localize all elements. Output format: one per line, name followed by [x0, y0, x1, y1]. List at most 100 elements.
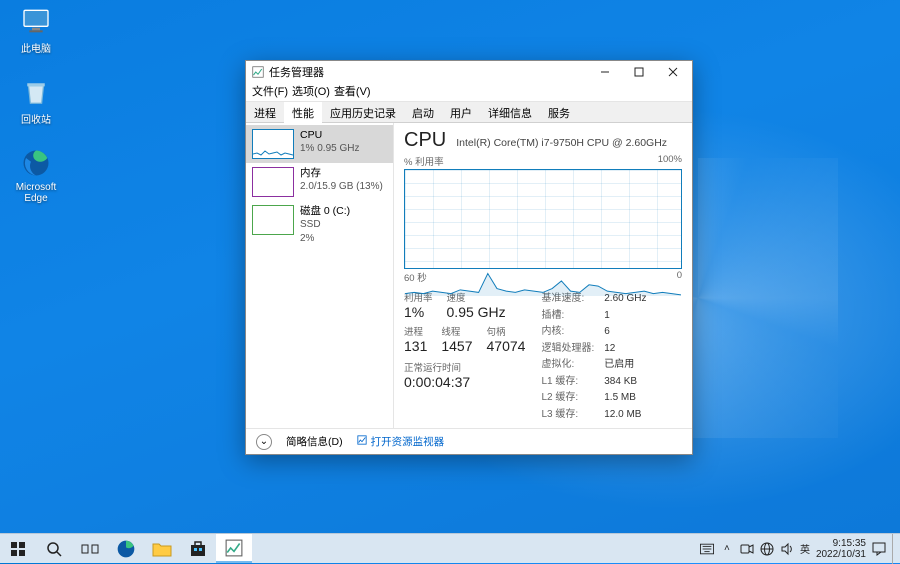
- touch-keyboard-icon[interactable]: [700, 542, 714, 556]
- tray-volume-icon[interactable]: [780, 542, 794, 556]
- recycle-bin-icon: [19, 75, 53, 109]
- stat-value: 131: [404, 338, 427, 354]
- action-center-icon[interactable]: [872, 542, 886, 556]
- start-button[interactable]: [0, 534, 36, 563]
- window-footer: ⌄ 简略信息(D) 打开资源监视器: [246, 428, 692, 454]
- disk-thumb: [252, 205, 294, 235]
- info-row: 虚拟化:已启用: [541, 358, 646, 373]
- tab-services[interactable]: 服务: [540, 102, 578, 122]
- tab-details[interactable]: 详细信息: [480, 102, 540, 122]
- info-label: L2 缓存:: [541, 391, 602, 406]
- info-row: 逻辑处理器:12: [541, 342, 646, 357]
- stat-label: 进程: [404, 324, 427, 338]
- stat-label: 句柄: [487, 324, 526, 338]
- info-value: 384 KB: [604, 375, 646, 390]
- uptime-value: 0:00:04:37: [404, 374, 525, 390]
- cpu-info-table: 基准速度:2.60 GHz插槽:1内核:6逻辑处理器:12虚拟化:已启用L1 缓…: [539, 290, 648, 424]
- window-title: 任务管理器: [269, 64, 324, 80]
- tray-chevron-up-icon[interactable]: ˄: [720, 542, 734, 556]
- memory-thumb: [252, 167, 294, 197]
- info-row: L3 缓存:12.0 MB: [541, 408, 646, 423]
- stat-value: 1457: [441, 338, 472, 354]
- stat-label: 线程: [441, 324, 472, 338]
- sidebar-item-label: 磁盘 0 (C:): [300, 205, 350, 218]
- ime-indicator[interactable]: 英: [800, 541, 810, 556]
- info-value: 12.0 MB: [604, 408, 646, 423]
- info-row: 插槽:1: [541, 309, 646, 324]
- cpu-model: Intel(R) Core(TM) i7-9750H CPU @ 2.60GHz: [456, 137, 667, 149]
- sidebar-item-sub: SSD 2%: [300, 219, 321, 244]
- info-value: 1: [604, 309, 646, 324]
- taskbar-app-explorer[interactable]: [144, 534, 180, 563]
- clock[interactable]: 9:15:35 2022/10/31: [816, 538, 866, 560]
- taskbar-app-store[interactable]: [180, 534, 216, 563]
- tab-startup[interactable]: 启动: [404, 102, 442, 122]
- resource-monitor-icon: [357, 435, 367, 445]
- desktop-icon-label: Microsoft Edge: [8, 182, 64, 204]
- info-label: 内核:: [541, 325, 602, 340]
- info-label: L3 缓存:: [541, 408, 602, 423]
- taskbar: ˄ 英 9:15:35 2022/10/31: [0, 533, 900, 563]
- task-view-button[interactable]: [72, 534, 108, 563]
- show-desktop-button[interactable]: [892, 534, 896, 564]
- menu-view[interactable]: 查看(V): [334, 83, 371, 101]
- search-button[interactable]: [36, 534, 72, 563]
- graph-label-topleft: % 利用率: [404, 154, 444, 168]
- info-value: 6: [604, 325, 646, 340]
- cpu-thumb: [252, 129, 294, 159]
- minimize-button[interactable]: [588, 61, 622, 83]
- open-resource-monitor-link[interactable]: 打开资源监视器: [357, 434, 445, 449]
- desktop-icon-label: 此电脑: [21, 40, 51, 55]
- fewer-details-label[interactable]: 简略信息(D): [286, 434, 343, 449]
- desktop-icons: 此电脑 回收站 Microsoft Edge: [8, 4, 64, 204]
- info-value: 12: [604, 342, 646, 357]
- tab-performance[interactable]: 性能: [284, 102, 322, 123]
- info-value: 1.5 MB: [604, 391, 646, 406]
- sidebar-item-sub: 1% 0.95 GHz: [300, 143, 359, 154]
- sidebar-item-memory[interactable]: 内存 2.0/15.9 GB (13%): [246, 163, 393, 201]
- tab-app-history[interactable]: 应用历史记录: [322, 102, 404, 122]
- info-value: 已启用: [604, 358, 646, 373]
- graph-label-topright: 100%: [658, 154, 682, 168]
- desktop-icon-label: 回收站: [21, 111, 51, 126]
- clock-date: 2022/10/31: [816, 549, 866, 560]
- detail-pane: CPU Intel(R) Core(TM) i7-9750H CPU @ 2.6…: [394, 123, 692, 428]
- info-row: L2 缓存:1.5 MB: [541, 391, 646, 406]
- menubar: 文件(F) 选项(O) 查看(V): [246, 83, 692, 101]
- info-row: L1 缓存:384 KB: [541, 375, 646, 390]
- desktop-icon-recycle-bin[interactable]: 回收站: [8, 75, 64, 126]
- info-label: 插槽:: [541, 309, 602, 324]
- tray-network-icon[interactable]: [760, 542, 774, 556]
- info-label: L1 缓存:: [541, 375, 602, 390]
- system-tray: ˄ 英 9:15:35 2022/10/31: [700, 534, 900, 564]
- edge-icon: [19, 146, 53, 180]
- clock-time: 9:15:35: [816, 538, 866, 549]
- monitor-icon: [19, 4, 53, 38]
- stats-row: 利用率 1% 速度 0.95 GHz 进程 131: [404, 290, 682, 424]
- info-label: 虚拟化:: [541, 358, 602, 373]
- desktop-icon-this-pc[interactable]: 此电脑: [8, 4, 64, 55]
- close-button[interactable]: [656, 61, 690, 83]
- maximize-button[interactable]: [622, 61, 656, 83]
- uptime-label: 正常运行时间: [404, 360, 525, 374]
- tabstrip: 进程 性能 应用历史记录 启动 用户 详细信息 服务: [246, 101, 692, 123]
- taskbar-app-task-manager[interactable]: [216, 534, 252, 563]
- menu-file[interactable]: 文件(F): [252, 83, 288, 101]
- task-manager-window: 任务管理器 文件(F) 选项(O) 查看(V) 进程 性能 应用历史记录 启动 …: [245, 60, 693, 455]
- stat-value: 1%: [404, 304, 433, 320]
- info-label: 逻辑处理器:: [541, 342, 602, 357]
- info-row: 内核:6: [541, 325, 646, 340]
- menu-options[interactable]: 选项(O): [292, 83, 330, 101]
- tab-users[interactable]: 用户: [442, 102, 480, 122]
- sidebar-item-disk[interactable]: 磁盘 0 (C:) SSD 2%: [246, 201, 393, 249]
- app-icon: [252, 66, 264, 78]
- fewer-details-toggle[interactable]: ⌄: [256, 434, 272, 450]
- tray-meet-now-icon[interactable]: [740, 542, 754, 556]
- stat-value: 47074: [487, 338, 526, 354]
- cpu-utilization-graph[interactable]: [404, 169, 682, 269]
- tab-processes[interactable]: 进程: [246, 102, 284, 122]
- desktop-icon-edge[interactable]: Microsoft Edge: [8, 146, 64, 204]
- taskbar-app-edge[interactable]: [108, 534, 144, 563]
- sidebar-item-cpu[interactable]: CPU 1% 0.95 GHz: [246, 125, 393, 163]
- titlebar[interactable]: 任务管理器: [246, 61, 692, 83]
